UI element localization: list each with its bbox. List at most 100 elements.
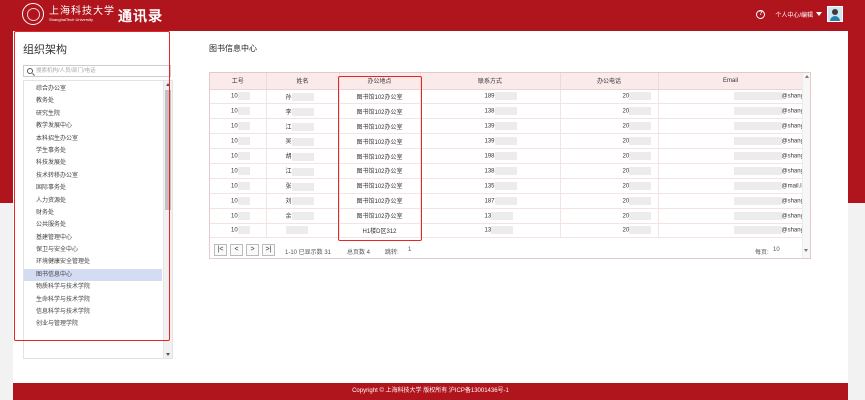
redacted-block — [291, 108, 314, 117]
column-header-id[interactable]: 工号 — [210, 73, 267, 90]
cell-phone-text: 189 — [484, 94, 495, 101]
user-menu-label[interactable]: 个人中心/编辑 — [775, 10, 813, 19]
first-page-button[interactable]: |< — [214, 244, 227, 256]
cell-office-phone-text: 20 — [622, 153, 630, 160]
tree-item[interactable]: 公共服务处 — [24, 219, 162, 231]
cell-email-text: @shanghaitech.edu.cn — [781, 108, 803, 115]
table-scrollbar[interactable] — [802, 73, 810, 258]
table-row[interactable]: 10 吴 图书馆102办公室 139 20 @shanghaitech.edu.cn — [210, 133, 804, 150]
chevron-down-icon[interactable] — [816, 12, 822, 16]
search-box[interactable] — [23, 65, 171, 77]
tree-item[interactable]: 教学发展中心 — [24, 120, 162, 132]
column-header-name[interactable]: 姓名 — [266, 73, 340, 90]
cell-name: 李 — [266, 103, 340, 120]
column-header-office[interactable]: 办公地点 — [339, 73, 421, 90]
cell-id-text: 10 — [231, 198, 238, 205]
cell-id: 10 — [210, 193, 267, 209]
table-row[interactable]: 10 江 图书馆102办公室 138 20 @shanghaitech.edu.cn — [210, 163, 804, 179]
cell-id-text: 10 — [231, 183, 238, 190]
redacted-block — [733, 181, 782, 190]
redacted-block — [629, 166, 652, 175]
tree-item[interactable]: 技术转移办公室 — [24, 170, 162, 182]
tree-item[interactable]: 保卫与安全中心 — [24, 244, 162, 256]
cell-phone-text: 138 — [484, 108, 495, 115]
university-seal-icon — [22, 3, 44, 25]
table-header-row: 工号 姓名 办公地点 联系方式 办公电话 Email — [210, 73, 804, 90]
tree-item[interactable]: 科技发展处 — [24, 157, 162, 169]
tree-item[interactable]: 基建管理中心 — [24, 232, 162, 244]
cell-email: @shanghaitech.edu.cn — [658, 89, 804, 105]
redacted-block — [237, 107, 250, 116]
university-logo[interactable]: 上海科技大学 ShanghaiTech University — [22, 3, 115, 25]
tree-item[interactable]: 人力资源处 — [24, 195, 162, 207]
cell-office-phone-text: 20 — [622, 198, 630, 205]
goto-label: 跳转: — [385, 250, 399, 256]
main-panel: 图书信息中心 工号 姓名 办公地点 联系方式 办公电话 Email 10 孙图书馆… — [178, 31, 848, 383]
column-header-office-phone[interactable]: 办公电话 — [560, 73, 659, 90]
cell-phone-text: 187 — [484, 198, 495, 205]
cell-email-text: @shanghaitech.edu.cn — [781, 138, 803, 145]
cell-id: 10 — [210, 133, 267, 150]
tree-item[interactable]: 图书信息中心 — [24, 268, 162, 282]
next-page-button[interactable]: > — [246, 244, 259, 256]
search-input[interactable] — [36, 66, 170, 76]
tree-item[interactable]: 创业与管理学院 — [24, 318, 162, 330]
table-row[interactable]: 10 张 图书馆102办公室 135 20 @mail.las.ac.cn — [210, 178, 804, 194]
cell-office-phone-text: 20 — [622, 213, 630, 220]
tree-item[interactable]: 本科招生办公室 — [24, 133, 162, 145]
table-row[interactable]: 10 刘 图书馆102办公室 187 20 @shanghaitech.edu.cn — [210, 193, 804, 209]
cell-office-text: H1楼D区312 — [362, 228, 397, 235]
tree-item[interactable]: 国际事务处 — [24, 182, 162, 194]
tree-item[interactable]: 信息科学与技术学院 — [24, 306, 162, 318]
tree-item[interactable]: 综合办公室 — [24, 83, 162, 95]
tree-item[interactable]: 财务处 — [24, 207, 162, 219]
cell-id-text: 10 — [231, 123, 238, 130]
redacted-block — [291, 197, 314, 206]
prev-page-button[interactable]: < — [230, 244, 243, 256]
table-row[interactable]: 10 胡 图书馆102办公室 198 20 @shanghaitech.edu.cn — [210, 148, 804, 164]
tree-item[interactable]: 环境健康安全管理处 — [24, 256, 162, 268]
cell-email-text: @shanghaitech.edu.cn — [781, 213, 803, 220]
goto-page-input[interactable]: 1 — [408, 247, 411, 253]
cell-office-text: 图书馆102办公室 — [356, 214, 403, 221]
redacted-block — [629, 107, 652, 116]
page-range-text: 1-10 已显示数 31 — [285, 250, 332, 256]
cell-office-phone-text: 20 — [622, 183, 630, 190]
tree-scrollbar[interactable] — [163, 81, 172, 358]
tree-item[interactable]: 生命科学与技术学院 — [24, 294, 162, 306]
cell-office-phone: 20 — [560, 163, 659, 179]
table-row[interactable]: 10 孙 图书馆102办公室 189 20 @shanghaitech.edu.cn — [210, 89, 804, 105]
column-header-contact[interactable]: 联系方式 — [420, 73, 561, 90]
redacted-block — [237, 152, 250, 160]
scroll-thumb[interactable] — [165, 90, 171, 210]
scroll-up-icon[interactable] — [166, 83, 170, 86]
last-page-button[interactable]: >| — [262, 244, 275, 256]
cell-phone: 138 — [420, 103, 561, 120]
per-page-select[interactable]: 10 — [773, 245, 803, 256]
chevron-down-icon[interactable] — [804, 249, 808, 252]
redacted-block — [629, 211, 652, 220]
table-row[interactable]: 10 李 图书馆102办公室 138 20 @shanghaitech.edu.cn — [210, 103, 804, 120]
cell-phone-text: 13 — [484, 228, 492, 235]
help-icon[interactable]: ? — [756, 9, 766, 19]
tree-item[interactable]: 物质科学与技术学院 — [24, 281, 162, 293]
tree-item[interactable]: 学生事务处 — [24, 145, 162, 157]
cell-email-text: @mail.las.ac.cn — [781, 183, 803, 190]
table-row[interactable]: 10 江 图书馆102办公室 139 20 @shanghaitech.edu.cn — [210, 118, 804, 135]
tree-item[interactable]: 研究生院 — [24, 108, 162, 120]
org-sidebar: 组织架构 综合办公室教务处研究生院教学发展中心本科招生办公室学生事务处科技发展处… — [13, 31, 178, 383]
avatar[interactable] — [827, 6, 843, 22]
scroll-up-icon[interactable] — [804, 75, 809, 78]
org-tree-list: 综合办公室 教务处 研究生院 教学发展中心 本科招生办公室 学生事务处 科技发展处 技术转移办… — [24, 83, 162, 331]
cell-phone-text: 13 — [484, 213, 492, 220]
redacted-block — [733, 137, 782, 146]
cell-id-text: 10 — [231, 228, 238, 235]
redacted-block — [629, 137, 652, 146]
table-row[interactable]: 10 余 图书馆102办公室 13 20 @shanghaitech.edu.cn — [210, 208, 804, 224]
tree-item[interactable]: 教务处 — [24, 95, 162, 107]
table-row[interactable]: 10 H1楼D区312 13 20 @shanghaitech.edu.cn — [210, 223, 804, 239]
cell-id: 10 — [210, 118, 267, 135]
cell-email: @shanghaitech.edu.cn — [658, 133, 804, 150]
scroll-down-icon[interactable] — [166, 353, 170, 356]
column-header-email[interactable]: Email — [658, 73, 804, 90]
